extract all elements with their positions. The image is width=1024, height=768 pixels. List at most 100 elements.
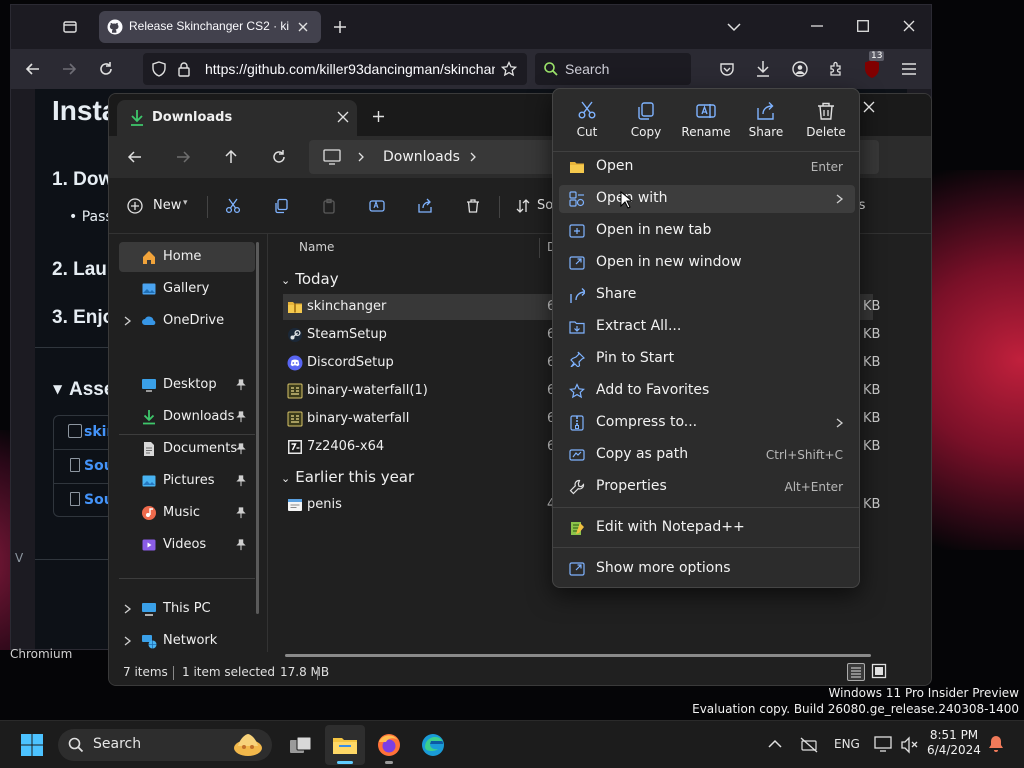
refresh-icon[interactable] (271, 149, 287, 165)
close-tab-icon[interactable] (297, 21, 309, 33)
menu-item-compress-to[interactable]: Compress to... (559, 409, 855, 437)
back-icon[interactable] (25, 61, 41, 77)
close-window-icon[interactable] (903, 20, 915, 32)
nav-item-music[interactable]: Music (119, 498, 255, 528)
taskbar-firefox[interactable] (369, 725, 409, 765)
network-disconnected-icon[interactable] (800, 737, 818, 753)
pocket-icon[interactable] (719, 61, 735, 77)
nav-item-documents[interactable]: Documents (119, 434, 255, 464)
app-icon (287, 411, 303, 427)
url-bar[interactable]: https://github.com/killer93dancingman/sk… (143, 53, 527, 85)
rename-button[interactable]: Rename (677, 95, 735, 145)
menu-item-extract-all[interactable]: Extract All... (559, 313, 855, 341)
share-button[interactable]: Share (737, 95, 795, 145)
add-tab-icon[interactable] (372, 110, 385, 123)
nav-item-gallery[interactable]: Gallery (119, 274, 255, 304)
reload-icon[interactable] (98, 61, 114, 77)
share-icon[interactable] (417, 198, 433, 214)
taskbar-file-explorer[interactable] (325, 725, 365, 765)
download-icon[interactable] (755, 60, 771, 78)
menu-item-edit-with-notepad[interactable]: Edit with Notepad++ (559, 514, 855, 542)
clock[interactable]: 8:51 PM 6/4/2024 (924, 728, 984, 758)
search-bar[interactable]: Search (535, 53, 691, 85)
nav-item-pictures[interactable]: Pictures (119, 466, 255, 496)
menu-item-open[interactable]: Open Enter (559, 153, 855, 181)
nav-item-downloads[interactable]: Downloads (119, 402, 255, 432)
tiles-view-button[interactable] (871, 663, 887, 679)
ublock-extension[interactable]: 13 (863, 51, 885, 79)
task-view-button[interactable] (281, 725, 321, 765)
menu-icon[interactable] (901, 62, 917, 76)
nav-item-label: Desktop (163, 377, 217, 392)
file-hscrollbar[interactable] (285, 654, 871, 657)
bookmark-star-icon[interactable] (501, 61, 517, 77)
delete-icon[interactable] (465, 198, 481, 214)
notification-bell-icon[interactable] (988, 735, 1004, 753)
nav-item-home[interactable]: Home (119, 242, 255, 272)
copy-icon[interactable] (273, 198, 289, 214)
menu-item-add-to-favorites[interactable]: Add to Favorites (559, 377, 855, 405)
group-header[interactable]: ⌄ Earlier this year (281, 468, 414, 486)
minimize-icon[interactable] (811, 25, 823, 27)
menu-item-properties[interactable]: Properties Alt+Enter (559, 473, 855, 501)
nav-item-onedrive[interactable]: OneDrive (119, 306, 255, 336)
group-header[interactable]: ⌄ Today (281, 270, 339, 288)
new-window-icon (569, 256, 585, 270)
close-icon[interactable] (863, 101, 875, 113)
browser-tab-active[interactable]: Release Skinchanger CS2 · killer93dancin… (99, 11, 321, 43)
start-button[interactable] (12, 725, 52, 765)
nav-item-this-pc[interactable]: This PC (119, 594, 255, 624)
nav-item-videos[interactable]: Videos (119, 530, 255, 560)
menu-item-pin-to-start[interactable]: Pin to Start (559, 345, 855, 373)
chevron-down-icon[interactable] (727, 21, 741, 33)
new-label: New (153, 198, 182, 213)
nav-item-network[interactable]: Network (119, 626, 255, 656)
new-tab-icon[interactable] (333, 20, 347, 34)
maximize-icon[interactable] (857, 20, 869, 32)
rename-icon[interactable] (369, 198, 385, 214)
menu-item-show-more-options[interactable]: Show more options (559, 555, 855, 583)
up-icon[interactable] (223, 149, 239, 165)
nav-scrollbar[interactable] (256, 242, 259, 614)
breadcrumb-downloads[interactable]: Downloads (383, 149, 460, 165)
search-engine-icon[interactable] (543, 61, 559, 77)
menu-item-copy-as-path[interactable]: Copy as path Ctrl+Shift+C (559, 441, 855, 469)
volume-muted-icon[interactable] (900, 736, 918, 754)
menu-item-share[interactable]: Share (559, 281, 855, 309)
status-divider (173, 666, 174, 680)
forward-icon[interactable] (61, 61, 77, 77)
menu-item-open-in-new-tab[interactable]: Open in new tab (559, 217, 855, 245)
language-indicator[interactable]: ENG (834, 737, 860, 751)
chevron-right-icon[interactable] (469, 152, 477, 162)
extensions-icon[interactable] (828, 61, 844, 77)
menu-item-open-in-new-window[interactable]: Open in new window (559, 249, 855, 277)
tab-list-icon[interactable] (55, 12, 85, 42)
lock-icon[interactable] (177, 61, 191, 77)
cut-button[interactable]: Cut (558, 95, 616, 145)
copy-button[interactable]: Copy (617, 95, 675, 145)
column-header-name[interactable]: Name (299, 240, 334, 254)
column-divider[interactable] (539, 238, 540, 258)
account-icon[interactable] (792, 61, 808, 77)
url-text[interactable]: https://github.com/killer93dancingman/sk… (205, 61, 495, 77)
close-tab-icon[interactable] (337, 111, 349, 123)
details-view-button[interactable] (847, 663, 865, 681)
back-icon[interactable] (127, 149, 143, 165)
chevron-up-icon[interactable] (768, 739, 782, 749)
monitor-icon[interactable] (874, 736, 892, 752)
nav-item-desktop[interactable]: Desktop (119, 370, 255, 400)
file-name: binary-waterfall (307, 411, 410, 426)
shield-icon[interactable] (151, 61, 167, 77)
assets-toggle-icon[interactable]: ▼ (53, 382, 62, 396)
cut-icon[interactable] (225, 198, 241, 214)
paste-icon[interactable] (321, 198, 337, 214)
sort-button[interactable]: So (513, 192, 555, 220)
forward-icon[interactable] (175, 149, 191, 165)
delete-button[interactable]: Delete (797, 95, 855, 145)
chevron-right-icon[interactable] (357, 152, 365, 162)
explorer-tab-downloads[interactable]: Downloads (117, 100, 357, 136)
taskbar-edge[interactable] (413, 725, 453, 765)
menu-item-open-with[interactable]: Open with (559, 185, 855, 213)
taskbar-search[interactable]: Search (58, 729, 272, 761)
new-button[interactable]: New ▾ (123, 192, 193, 220)
